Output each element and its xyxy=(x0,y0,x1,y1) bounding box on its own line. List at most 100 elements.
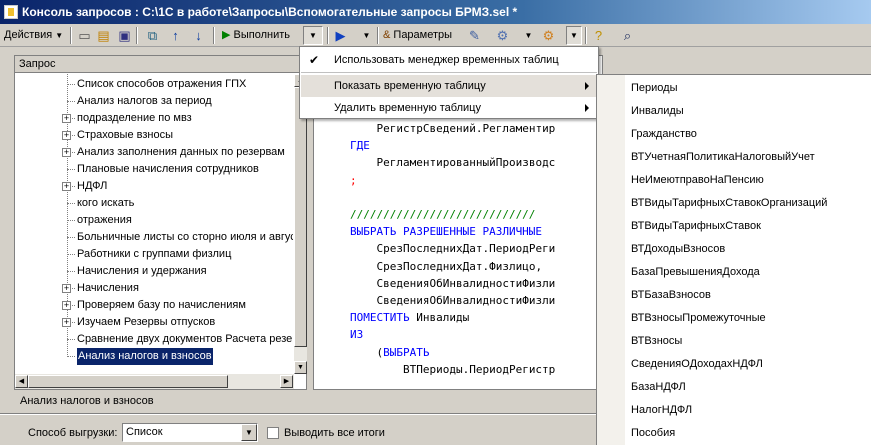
actions-menu-button[interactable]: Действия ▼ xyxy=(4,26,63,45)
code-token: СрезПоследнихДат.Физлицо, xyxy=(376,259,543,273)
tree-item-label: Анализ заполнения данных по резервам xyxy=(77,146,285,158)
step-run-icon[interactable]: ▶ xyxy=(332,27,349,44)
temp-tables-menu: ✔ Использовать менеджер временных таблиц П… xyxy=(299,46,599,119)
query-builder-icon[interactable]: ⚙ xyxy=(494,27,511,44)
move-up-icon[interactable]: ↑ xyxy=(167,27,184,44)
find-icon[interactable]: ⌕ xyxy=(619,27,636,44)
edit-text-icon[interactable]: ✎ xyxy=(466,27,483,44)
expand-icon[interactable]: + xyxy=(62,131,71,140)
code-line: СрезПоследнихДат.Физлицо, xyxy=(350,258,543,275)
code-token: ПОМЕСТИТЬ xyxy=(350,311,417,325)
menu-item-label: Удалить временную таблицу xyxy=(334,102,481,114)
code-token: СведенияОбИнвалидностиФизли xyxy=(376,276,556,290)
menu-item[interactable]: ✔ Использовать менеджер временных таблиц xyxy=(301,49,597,71)
code-line: РегламентированныйПроизводс xyxy=(350,154,556,171)
tree-connector xyxy=(67,220,75,221)
execute-label: Выполнить xyxy=(233,29,291,41)
tree-connector xyxy=(67,169,75,170)
temp-table-item[interactable]: СведенияОДоходахНДФЛ xyxy=(631,353,763,376)
temp-table-item[interactable]: БазаПревышенияДохода xyxy=(631,261,760,284)
expand-icon[interactable]: + xyxy=(62,148,71,157)
expand-icon[interactable]: + xyxy=(62,301,71,310)
code-line: ГДЕ xyxy=(350,137,370,154)
temp-table-item[interactable]: Гражданство xyxy=(631,123,697,146)
export-method-select[interactable]: Список ▼ xyxy=(122,423,258,442)
temp-table-item[interactable]: БазаНДФЛ xyxy=(631,376,686,399)
temp-table-item[interactable]: Пособия xyxy=(631,422,675,445)
temp-table-item[interactable]: ВТУчетнаяПолитикаНалоговыйУчет xyxy=(631,146,815,169)
code-line: ; xyxy=(350,172,357,189)
expand-icon[interactable]: + xyxy=(62,114,71,123)
tree-item-label: Работники с группами физлиц xyxy=(77,248,232,260)
temp-table-item[interactable]: ВТДоходыВзносов xyxy=(631,238,725,261)
submenu-arrow-icon xyxy=(585,104,589,112)
tree-item-label: Список способов отражения ГПХ xyxy=(77,78,247,90)
parameters-button[interactable]: & Параметры xyxy=(383,26,452,45)
export-method-label: Способ выгрузки: xyxy=(28,427,118,439)
menu-item[interactable]: Показать временную таблицу xyxy=(301,75,597,97)
help-icon[interactable]: ? xyxy=(590,27,607,44)
temp-table-item[interactable]: ВТВидыТарифныхСтавокОрганизаций xyxy=(631,192,827,215)
tree-item-label: Анализ налогов и взносов xyxy=(77,348,213,365)
tree-item-label: Сравнение двух документов Расчета резерв… xyxy=(77,333,293,345)
submenu-icon-column xyxy=(597,75,625,445)
tree-connector xyxy=(67,84,75,85)
expand-icon[interactable]: + xyxy=(62,284,71,293)
tree-connector xyxy=(67,339,75,340)
code-token: ВЫБРАТЬ РАЗРЕШЕННЫЕ РАЗЛИЧНЫЕ xyxy=(350,225,543,239)
temp-table-item[interactable]: НеИмеютправоНаПенсию xyxy=(631,169,764,192)
window-title: Консоль запросов : C:\1С в работе\Запрос… xyxy=(22,5,518,19)
new-document-icon[interactable]: ▭ xyxy=(76,27,93,44)
code-token: РегистрСведений.Регламентир xyxy=(376,122,556,135)
expand-icon[interactable]: + xyxy=(62,182,71,191)
menu-item[interactable]: Удалить временную таблицу xyxy=(301,97,597,119)
menu-divider xyxy=(301,72,597,73)
tree-horizontal-scrollbar[interactable]: ◀ ▶ xyxy=(15,374,294,389)
settings-dropdown-button[interactable]: ▼ xyxy=(566,26,582,45)
tree-vertical-scrollbar[interactable]: ▲ ▼ xyxy=(294,74,307,374)
export-method-value: Список xyxy=(126,426,163,438)
show-all-totals-checkbox[interactable] xyxy=(267,427,279,439)
temp-table-item[interactable]: ВТВзносы xyxy=(631,330,682,353)
scroll-right-icon[interactable]: ▶ xyxy=(280,375,293,388)
title-bar: Консоль запросов : C:\1С в работе\Запрос… xyxy=(0,0,871,24)
temp-tables-submenu: Периоды Инвалиды Гражданство ВТУчетнаяПолит… xyxy=(596,74,871,445)
toolbar-divider xyxy=(327,27,329,44)
tree-item-label: Начисления и удержания xyxy=(77,265,207,277)
temp-table-item[interactable]: НалогНДФЛ xyxy=(631,399,692,422)
settings-icon[interactable]: ⚙ xyxy=(540,27,557,44)
code-line: ВЫБРАТЬ РАЗРЕШЕННЫЕ РАЗЛИЧНЫЕ xyxy=(350,223,542,240)
temp-table-item[interactable]: ВТВидыТарифныхСтавок xyxy=(631,215,761,238)
code-line: (ВЫБРАТЬ xyxy=(350,344,430,361)
save-icon[interactable]: ▣ xyxy=(116,27,133,44)
temp-table-item[interactable]: Периоды xyxy=(631,77,678,100)
menu-item-label: Использовать менеджер временных таблиц xyxy=(334,54,559,66)
toolbar-divider xyxy=(136,27,138,44)
expand-icon[interactable]: + xyxy=(62,318,71,327)
selected-query-label: Анализ налогов и взносов xyxy=(20,395,154,407)
code-line: ПОМЕСТИТЬ Инвалиды xyxy=(350,309,469,326)
code-token: //////////////////////////// xyxy=(350,208,536,221)
query-builder-dropdown-icon[interactable]: ▼ xyxy=(520,27,537,44)
tree-item-label: Анализ налогов за период xyxy=(77,95,212,107)
copy-icon[interactable]: ⧉ xyxy=(144,27,161,44)
code-token: Инвалиды xyxy=(416,311,470,325)
scroll-left-icon[interactable]: ◀ xyxy=(15,375,28,388)
move-down-icon[interactable]: ↓ xyxy=(190,27,207,44)
code-token: ВТПериоды.ПериодРегистр xyxy=(402,362,556,376)
open-folder-icon[interactable]: ▤ xyxy=(95,27,112,44)
temp-table-item[interactable]: ВТБазаВзносов xyxy=(631,284,711,307)
play-icon: ▶ xyxy=(222,29,231,41)
execute-dropdown-button[interactable]: ▼ xyxy=(303,26,323,45)
tree-connector xyxy=(67,203,75,204)
tree-item-label: Плановые начисления сотрудников xyxy=(77,163,259,175)
chevron-down-icon[interactable]: ▼ xyxy=(241,424,257,441)
scroll-down-icon[interactable]: ▼ xyxy=(294,361,307,374)
scroll-thumb[interactable] xyxy=(294,87,307,347)
scroll-thumb[interactable] xyxy=(28,375,228,388)
execute-button[interactable]: ▶ Выполнить xyxy=(222,26,290,45)
tree-connector xyxy=(67,101,75,102)
temp-table-item[interactable]: ВТВзносыПромежуточные xyxy=(631,307,766,330)
temp-table-item[interactable]: Инвалиды xyxy=(631,100,684,123)
step-run-dropdown-icon[interactable]: ▼ xyxy=(358,27,375,44)
